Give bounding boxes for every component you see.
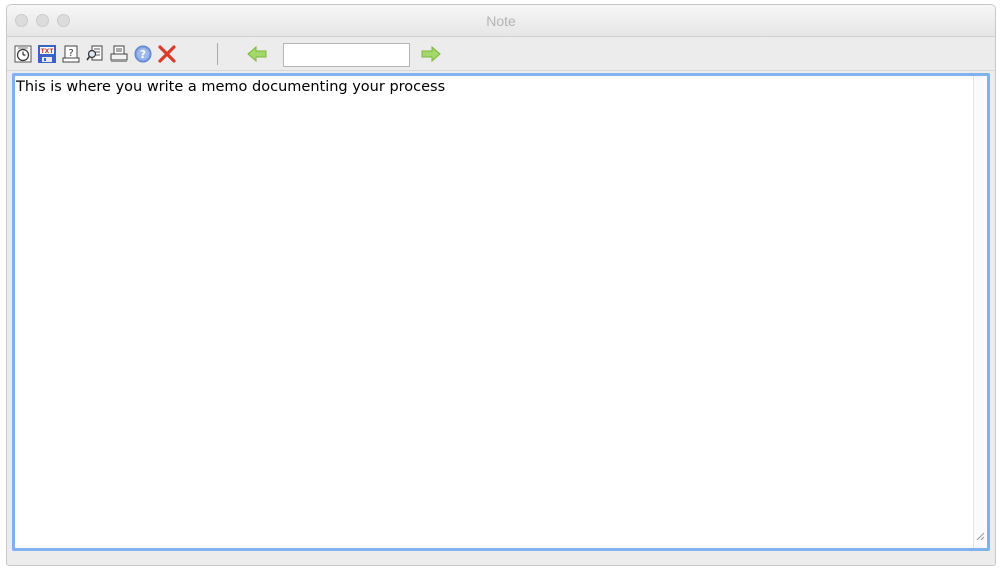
clock-icon[interactable] bbox=[13, 44, 33, 64]
title-bar: Note bbox=[7, 5, 995, 37]
close-icon[interactable] bbox=[157, 44, 177, 64]
save-txt-label: TXT bbox=[41, 48, 55, 55]
vertical-scrollbar[interactable] bbox=[973, 76, 987, 548]
navigation-input[interactable] bbox=[283, 43, 410, 67]
save-txt-icon[interactable]: TXT bbox=[37, 44, 57, 64]
svg-text:?: ? bbox=[140, 48, 146, 61]
forward-arrow-icon[interactable] bbox=[421, 44, 441, 64]
help-icon[interactable]: ? bbox=[133, 44, 153, 64]
note-window: Note TXT ? ? This is where you write a m… bbox=[6, 4, 996, 566]
toolbar: TXT ? ? bbox=[7, 37, 995, 71]
window-title: Note bbox=[486, 13, 516, 29]
resize-grip-icon[interactable] bbox=[975, 528, 985, 546]
memo-text-area[interactable]: This is where you write a memo documenti… bbox=[15, 76, 973, 548]
back-arrow-icon[interactable] bbox=[247, 44, 267, 64]
memo-text: This is where you write a memo documenti… bbox=[16, 79, 446, 95]
toolbar-separator bbox=[217, 43, 218, 65]
svg-text:?: ? bbox=[68, 48, 73, 59]
search-document-icon[interactable] bbox=[85, 44, 105, 64]
help-document-icon[interactable]: ? bbox=[61, 44, 81, 64]
print-icon[interactable] bbox=[109, 44, 129, 64]
memo-editor[interactable]: This is where you write a memo documenti… bbox=[12, 73, 990, 551]
